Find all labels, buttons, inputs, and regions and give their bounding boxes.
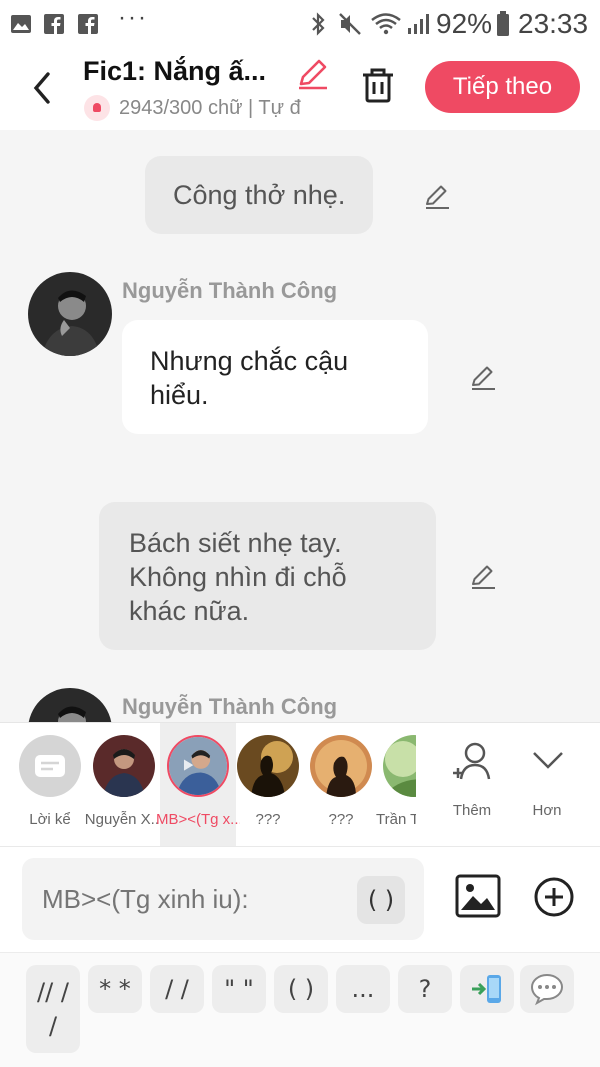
- word-count-status: 2943/300 chữ | Tự đ: [119, 97, 301, 119]
- shortcut-asterisks[interactable]: * *: [88, 965, 142, 1013]
- character-item-selected[interactable]: MB><(Tg x...: [156, 723, 240, 847]
- edit-message-icon[interactable]: [469, 562, 497, 590]
- character-name: ???: [328, 811, 354, 828]
- phone-arrow-icon: [472, 975, 501, 1003]
- wifi-icon: [371, 13, 401, 35]
- bell-icon: [84, 95, 110, 121]
- chevron-down-icon: [533, 752, 563, 769]
- add-person-icon: [453, 742, 491, 780]
- back-arrow-icon[interactable]: [28, 68, 56, 108]
- speech-bubble-icon: [530, 973, 564, 1006]
- add-circle-icon[interactable]: [533, 876, 575, 918]
- character-item[interactable]: Nguyễn X...: [85, 723, 163, 847]
- shortcut-ellipsis[interactable]: ...: [336, 965, 390, 1013]
- character-avatar: [167, 735, 229, 797]
- character-avatar: [93, 735, 155, 797]
- dialogue-line: hiểu.: [150, 380, 209, 410]
- mute-icon: [339, 13, 361, 35]
- shortcut-parentheses[interactable]: ( ): [274, 965, 328, 1013]
- shortcut-quotes[interactable]: " ": [212, 965, 266, 1013]
- narration-line: Bách siết nhẹ tay.: [129, 528, 342, 558]
- shortcut-speech-bubble[interactable]: [520, 965, 574, 1013]
- narration-bubble[interactable]: Bách siết nhẹ tay. Không nhìn đi chỗ khá…: [99, 502, 436, 650]
- character-avatar: [383, 735, 416, 797]
- more-notifications: ···: [118, 4, 148, 31]
- more-label: Hơn: [532, 802, 562, 819]
- shortcut-bar: // / / * * / / " " ( ) ... ?: [0, 952, 600, 1067]
- character-item[interactable]: Trần T: [376, 723, 416, 847]
- character-name: Lời kể: [29, 811, 71, 828]
- avatar[interactable]: [28, 272, 112, 356]
- edit-message-icon[interactable]: [469, 363, 497, 391]
- avatar-man-portrait: [28, 272, 112, 356]
- shortcut-phone[interactable]: [460, 965, 514, 1013]
- status-bar: ··· 92% 23:33: [0, 0, 600, 48]
- narration-line: khác nữa.: [129, 596, 250, 626]
- chat-area[interactable]: Công thở nhẹ. Nguyễn Thành Công Nhưng ch…: [0, 130, 600, 722]
- narration-line: Không nhìn đi chỗ: [129, 562, 347, 592]
- avatar[interactable]: [28, 688, 112, 722]
- bluetooth-icon: [312, 12, 325, 36]
- shortcut-question[interactable]: ?: [398, 965, 452, 1013]
- gallery-icon: [11, 15, 31, 33]
- silhouette-gold-image: [237, 735, 299, 797]
- green-nature-image: [383, 735, 416, 797]
- signal-icon: [408, 14, 429, 34]
- character-avatar: [237, 735, 299, 797]
- character-item[interactable]: ???: [303, 723, 379, 847]
- facebook-icon: [44, 14, 64, 34]
- character-avatar: [310, 735, 372, 797]
- dialogue-line: Nhưng chắc cậu: [150, 346, 349, 376]
- character-name: Nguyễn X...: [84, 811, 164, 828]
- silhouette-sunset-image: [310, 735, 372, 797]
- speaker-name: Nguyễn Thành Công: [122, 694, 338, 719]
- facebook-icon: [78, 14, 98, 34]
- character-name: ???: [255, 811, 281, 828]
- speaker-name: Nguyễn Thành Công: [122, 278, 338, 303]
- narrator-avatar: [19, 735, 81, 797]
- add-label: Thêm: [452, 802, 492, 819]
- narration-bubble[interactable]: Công thở nhẹ.: [145, 156, 374, 234]
- narrator-icon: [35, 755, 65, 777]
- edit-message-icon[interactable]: [423, 182, 451, 210]
- parentheses-button[interactable]: ( ): [357, 876, 405, 924]
- battery-percent: 92%: [436, 8, 493, 39]
- shortcut-triple-slash[interactable]: // / /: [26, 965, 80, 1053]
- avatar-man-portrait: [28, 688, 112, 722]
- battery-icon: [497, 11, 509, 36]
- more-characters-button[interactable]: Hơn: [512, 723, 582, 847]
- edit-title-icon[interactable]: [296, 57, 330, 91]
- insert-image-icon[interactable]: [455, 874, 501, 918]
- character-narrator[interactable]: Lời kể: [12, 723, 88, 847]
- trash-icon[interactable]: [360, 66, 396, 104]
- next-button[interactable]: Tiếp theo: [425, 61, 580, 113]
- character-item[interactable]: ???: [230, 723, 306, 847]
- character-selector: Lời kể Nguyễn X... MB><(Tg x... ??? ??? …: [0, 722, 600, 847]
- shortcut-slashes[interactable]: / /: [150, 965, 204, 1013]
- clock: 23:33: [518, 8, 589, 39]
- editor-header: Fic1: Nắng ấ... 2943/300 chữ | Tự đ Tiếp…: [0, 48, 600, 130]
- add-character-button[interactable]: Thêm: [437, 723, 507, 847]
- man-portrait-image: [93, 735, 155, 797]
- man-blue-shirt-image: [169, 737, 227, 795]
- story-title[interactable]: Fic1: Nắng ấ...: [83, 56, 266, 87]
- composer: ( ): [0, 846, 600, 952]
- character-name: Trần T: [376, 811, 416, 828]
- dialogue-bubble[interactable]: Nhưng chắc cậu hiểu.: [122, 320, 428, 434]
